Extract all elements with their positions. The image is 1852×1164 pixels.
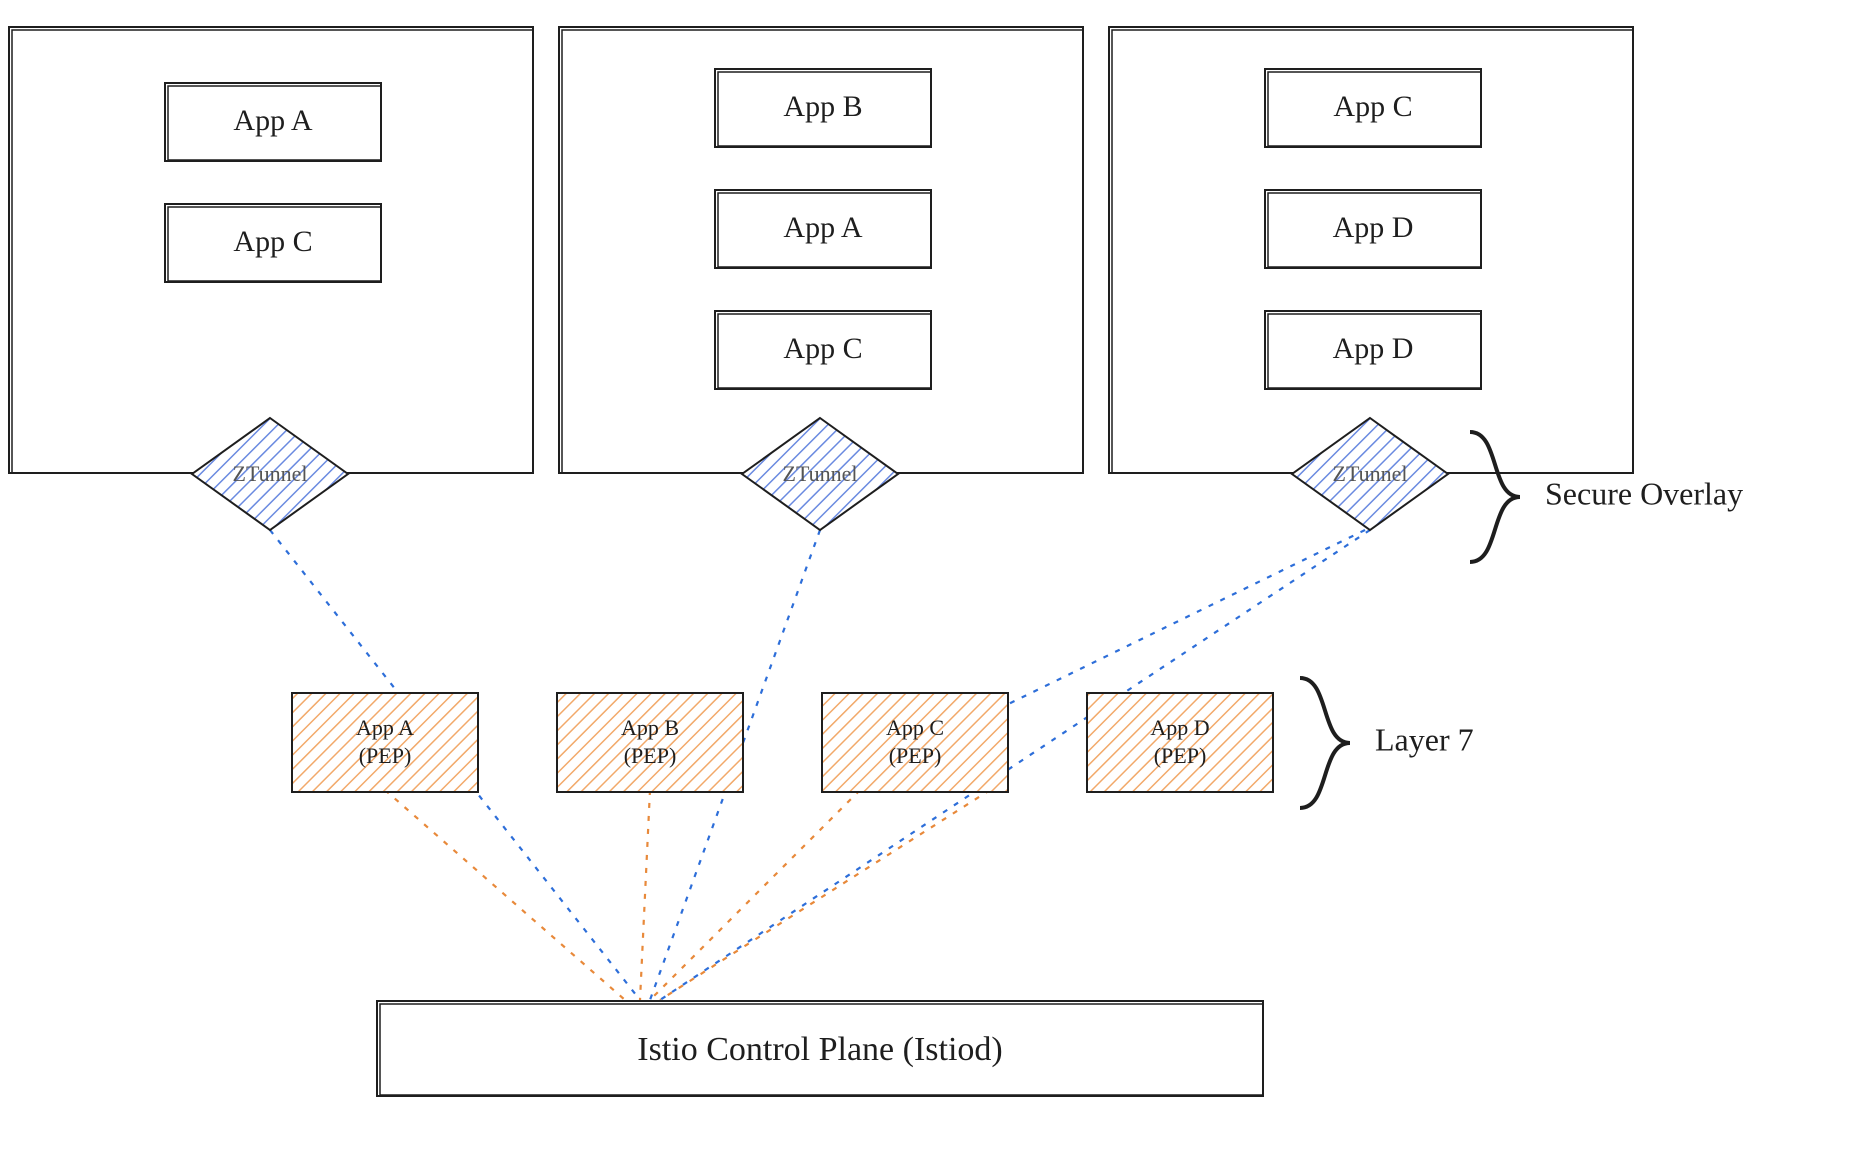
brace-layer7: Layer 7 [1300, 678, 1474, 808]
control-plane-label: Istio Control Plane (Istiod) [637, 1031, 1002, 1068]
pep-label-l2: (PEP) [624, 743, 677, 768]
app-box: App A [165, 83, 381, 161]
app-box: App D [1265, 311, 1481, 389]
pep-label-l1: App B [621, 715, 679, 740]
app-label: App C [1333, 90, 1412, 123]
control-plane: Istio Control Plane (Istiod) [377, 1001, 1263, 1096]
pep-label-l1: App D [1150, 715, 1209, 740]
app-label: App C [783, 332, 862, 365]
pep-label-l1: App A [356, 715, 414, 740]
app-label: App C [233, 225, 312, 258]
app-label: App A [783, 211, 863, 244]
ztunnel-icon: ZTunnel [192, 418, 348, 530]
secure-overlay-label: Secure Overlay [1545, 475, 1743, 511]
pep-row: App A (PEP) App B (PEP) App C (PEP) App … [292, 693, 1273, 792]
node-1: App A App C ZTunnel [9, 27, 533, 530]
ztunnel-icon: ZTunnel [1292, 418, 1448, 530]
node-3: App C App D App D ZTunnel [1109, 27, 1633, 530]
app-box: App A [715, 190, 931, 268]
app-box: App C [715, 311, 931, 389]
ztunnel-label: ZTunnel [233, 461, 308, 486]
app-box: App C [165, 204, 381, 282]
pep-box: App A (PEP) [292, 693, 478, 792]
app-box: App C [1265, 69, 1481, 147]
brace-secure-overlay: Secure Overlay [1470, 432, 1743, 562]
app-box: App B [715, 69, 931, 147]
app-label: App A [233, 104, 313, 137]
node-2: App B App A App C ZTunnel [559, 27, 1083, 530]
app-label: App D [1333, 332, 1414, 365]
pep-label-l2: (PEP) [359, 743, 412, 768]
pep-label-l2: (PEP) [1154, 743, 1207, 768]
app-box: App D [1265, 190, 1481, 268]
pep-label-l2: (PEP) [889, 743, 942, 768]
ztunnel-label: ZTunnel [783, 461, 858, 486]
pep-box: App D (PEP) [1087, 693, 1273, 792]
pep-label-l1: App C [886, 715, 944, 740]
app-label: App D [1333, 211, 1414, 244]
ztunnel-label: ZTunnel [1333, 461, 1408, 486]
app-label: App B [783, 90, 862, 123]
pep-box: App C (PEP) [822, 693, 1008, 792]
pep-box: App B (PEP) [557, 693, 743, 792]
layer7-label: Layer 7 [1375, 721, 1474, 757]
ztunnel-icon: ZTunnel [742, 418, 898, 530]
